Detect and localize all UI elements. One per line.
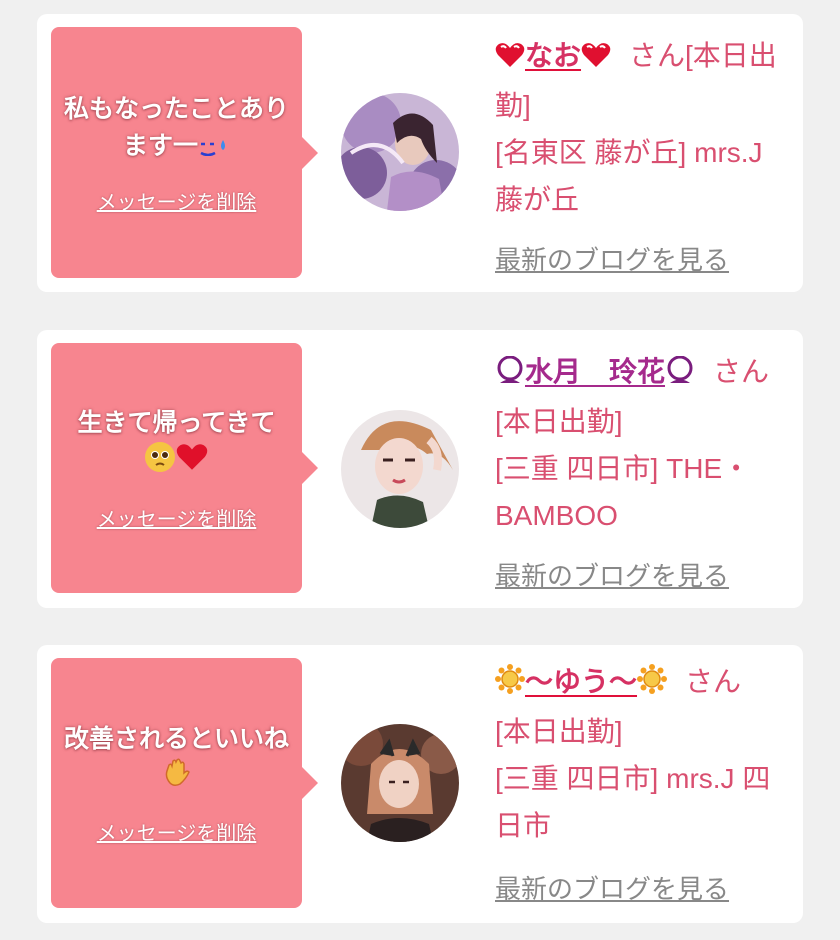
cast-name-link[interactable]: 水月 玲花: [495, 355, 695, 387]
honorific: さん: [685, 666, 742, 697]
shop-location: [三重 四日市] mrs.J 四日市: [495, 763, 771, 841]
shop-location: [三重 四日市] THE・BAMBOO: [495, 453, 751, 531]
heart-icon: [495, 35, 525, 82]
shop-location: [名東区 藤が丘] mrs.J 藤が丘: [495, 137, 763, 215]
cast-info: 〜ゆう〜 さん [本日出勤] [三重 四日市] mrs.J 四日市: [495, 658, 785, 849]
delete-message-link[interactable]: メッセージを削除: [97, 503, 257, 532]
message-bubble: 改善されるといいね メッセージを削除: [51, 658, 318, 908]
avatar[interactable]: [341, 410, 459, 528]
view-blog-link[interactable]: 最新のブログを見る: [495, 869, 729, 906]
avatar[interactable]: [341, 724, 459, 842]
message-text: 改善されるといいね: [63, 720, 290, 797]
cast-info: なお さん[本日出勤] [名東区 藤が丘] mrs.J 藤が丘: [495, 32, 785, 223]
delete-message-link[interactable]: メッセージを削除: [97, 817, 257, 846]
heart-icon: [176, 443, 208, 481]
message-bubble: 生きて帰ってきて メッセージを削除: [51, 343, 318, 593]
message-bubble: 私もなったことあります一 メッセージを削除: [51, 27, 318, 278]
view-blog-link[interactable]: 最新のブログを見る: [495, 556, 729, 593]
view-blog-link[interactable]: 最新のブログを見る: [495, 240, 729, 277]
work-status: [本日出勤]: [495, 716, 623, 747]
honorific: さん: [629, 40, 686, 71]
message-card: 生きて帰ってきて メッセージを削除 水月 玲花 さん[本日出勤] [三重 四日市…: [37, 330, 803, 608]
message-text: 生きて帰ってきて: [77, 404, 276, 483]
honorific: さん: [713, 356, 770, 387]
message-list: 私もなったことあります一 メッセージを削除 なお さん[本日出勤] [名東区 藤…: [0, 0, 840, 940]
message-text: 私もなったことあります一: [63, 90, 290, 166]
sun-flower-icon: [495, 661, 525, 708]
cast-name-link[interactable]: なお: [495, 40, 611, 71]
pleading-face-icon: [144, 441, 176, 483]
crystal-ball-icon: [495, 351, 525, 398]
sweat-smile-icon: [198, 129, 230, 166]
cast-name-link[interactable]: 〜ゆう〜: [495, 664, 668, 697]
delete-message-link[interactable]: メッセージを削除: [97, 186, 257, 215]
work-status: [本日出勤]: [495, 406, 623, 437]
message-card: 私もなったことあります一 メッセージを削除 なお さん[本日出勤] [名東区 藤…: [37, 14, 803, 292]
sun-flower-icon: [637, 661, 668, 708]
message-card: 改善されるといいね メッセージを削除 〜ゆう〜 さん [本日出勤] [三重 四日…: [37, 645, 803, 923]
crystal-ball-icon: [665, 351, 695, 398]
avatar[interactable]: [341, 93, 459, 211]
cast-info: 水月 玲花 さん [本日出勤] [三重 四日市] THE・BAMBOO: [495, 348, 785, 539]
waving-hand-icon: [162, 757, 192, 797]
heart-icon: [581, 35, 611, 82]
